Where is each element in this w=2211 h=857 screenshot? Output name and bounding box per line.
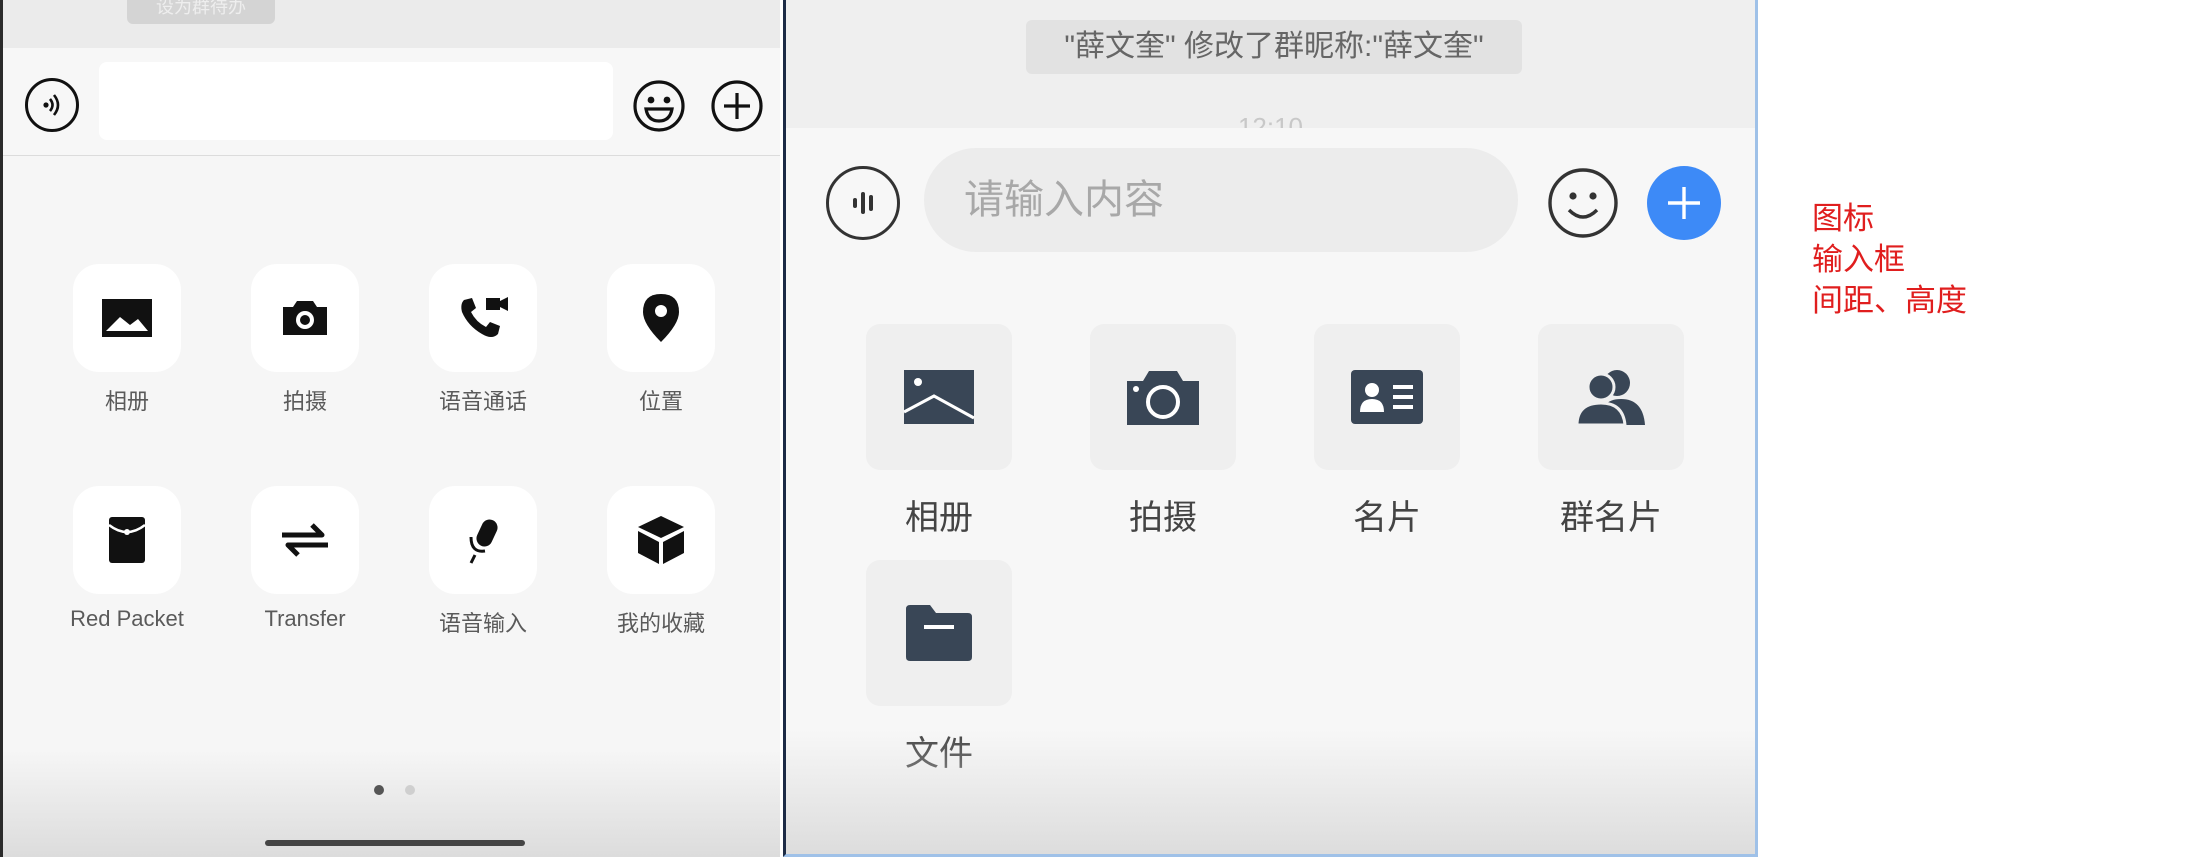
microphone-icon [469,519,498,564]
emoji-icon [633,80,685,132]
feature-tile-album[interactable] [866,324,1012,470]
feature-tile-album[interactable] [73,264,181,372]
system-pill: 设为群待办 [127,0,275,24]
camera-icon [1127,371,1199,425]
voice-wave-icon [43,94,60,116]
message-time: 12:10 [1237,112,1304,128]
call-icon [461,297,508,337]
keyboard-area-fade [786,730,1755,854]
feature-tile-group-card[interactable] [1538,324,1684,470]
right-chat-panel: "薛文奎" 修改了群昵称:"薛文奎" 12:10 请输入内容 相册 拍摄 名片 … [783,0,1758,857]
message-input[interactable] [924,148,1518,252]
feature-label-favorites: 我的收藏 [616,611,705,636]
contact-card-icon [1351,370,1423,424]
feature-label-album: 相册 [104,389,149,414]
feature-label-location: 位置 [638,389,683,414]
group-card-icon [1575,370,1645,427]
annotation-line-input: 输入框 [1812,242,1905,277]
comparison-canvas: 设为群待办 相册 拍摄 语音通话 位置 Red Packet Transfer … [0,0,2211,857]
camera-icon [283,301,327,335]
feature-tile-favorites[interactable] [607,486,715,594]
plus-circle-icon [711,80,763,132]
message-area-strip [3,0,780,48]
feature-tile-voice-input[interactable] [429,486,537,594]
feature-tile-voice-call[interactable] [429,264,537,372]
feature-tile-contact-card[interactable] [1314,324,1460,470]
photo-icon [903,370,975,424]
voice-toggle-button[interactable] [826,166,900,240]
feature-label-transfer: Transfer [264,606,346,631]
feature-label-voice-call: 语音通话 [438,389,527,414]
emoji-button[interactable] [631,78,687,134]
page-dot-inactive[interactable] [405,785,415,795]
favorites-box-icon [638,516,684,564]
voice-toggle-button[interactable] [25,78,79,132]
more-button[interactable] [1647,166,1721,240]
left-chat-panel: 设为群待办 相册 拍摄 语音通话 位置 Red Packet Transfer … [0,0,780,857]
feature-label-camera: 拍摄 [1129,499,1197,537]
feature-tile-file[interactable] [866,560,1012,706]
left-input-bar [3,48,780,156]
annotation-line-spacing: 间距、高度 [1812,283,1967,318]
page-dot-active[interactable] [374,785,384,795]
feature-label-group-card: 群名片 [1560,499,1662,537]
plus-icon [1668,187,1700,219]
feature-tile-location[interactable] [607,264,715,372]
location-pin-icon [643,294,679,342]
feature-label-voice-input: 语音输入 [438,611,527,636]
feature-label-camera: 拍摄 [282,389,327,414]
folder-icon [906,605,972,661]
emoji-button[interactable] [1546,166,1620,240]
home-indicator[interactable] [265,840,525,846]
voice-bars-icon [853,192,873,214]
annotation-line-icons: 图标 [1812,201,1874,236]
feature-tile-red-packet[interactable] [73,486,181,594]
system-message: "薛文奎" 修改了群昵称:"薛文奎" [1026,20,1522,74]
photo-icon [102,299,152,337]
feature-label-album: 相册 [905,499,973,537]
more-button[interactable] [709,78,765,134]
message-input[interactable] [99,62,613,140]
feature-tile-camera[interactable] [251,264,359,372]
red-packet-icon [108,517,146,563]
feature-tile-camera[interactable] [1090,324,1236,470]
feature-label-red-packet: Red Packet [70,606,184,631]
feature-tile-transfer[interactable] [251,486,359,594]
transfer-icon [282,523,328,557]
emoji-icon [1548,168,1618,238]
review-annotation: 图标 输入框 间距、高度 [1812,198,1967,321]
feature-label-contact-card: 名片 [1353,499,1421,537]
